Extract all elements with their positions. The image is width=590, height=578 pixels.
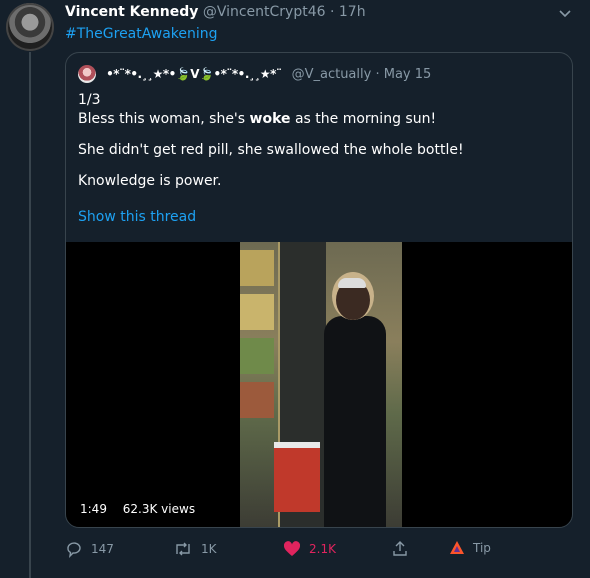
text-line: Knowledge is power.	[78, 173, 222, 189]
share-button[interactable]	[391, 540, 417, 558]
avatar[interactable]	[6, 3, 54, 51]
timestamp[interactable]: 17h	[339, 4, 366, 20]
text-line: She didn't get red pill, she swallowed t…	[78, 142, 464, 158]
quoted-meta: @V_actually · May 15	[292, 67, 432, 82]
tweet-actions: 147 1K 2.1K Tip	[65, 540, 495, 560]
quoted-tweet[interactable]: •*¨*•.¸¸★*•🍃V🍃•*¨*•.¸¸★*¨ @V_actually · …	[65, 52, 573, 528]
video-meta: 1:49 62.3K views	[80, 502, 195, 516]
video-frame	[240, 242, 402, 527]
quoted-tweet-text: 1/3 Bless this woman, she's woke as the …	[78, 91, 558, 203]
trash-bin	[274, 442, 320, 512]
tweet-header: Vincent Kennedy @VincentCrypt46 · 17h	[65, 4, 366, 20]
bold-word: woke	[249, 111, 291, 127]
text-line: Bless this woman, she's woke as the morn…	[78, 111, 437, 127]
quoted-display-name: •*¨*•.¸¸★*•🍃V🍃•*¨*•.¸¸★*¨	[106, 67, 282, 81]
quoted-avatar	[78, 65, 96, 83]
retweet-count: 1K	[201, 542, 217, 556]
like-count: 2.1K	[309, 542, 336, 556]
separator: ·	[329, 4, 335, 20]
retweet-icon	[176, 542, 190, 556]
like-button[interactable]: 2.1K	[283, 540, 336, 558]
video-duration: 1:49	[80, 502, 107, 516]
video-views: 62.3K views	[122, 502, 196, 516]
text-line: 1/3	[78, 92, 101, 108]
hashtag-link[interactable]: #TheGreatAwakening	[65, 26, 218, 42]
quoted-handle: @V_actually	[291, 66, 372, 82]
reply-button[interactable]: 147	[65, 540, 114, 558]
thread-line	[29, 52, 31, 578]
separator: ·	[375, 66, 380, 82]
shelf	[240, 294, 274, 330]
tip-button[interactable]: Tip	[449, 540, 491, 556]
person-cap	[338, 278, 366, 288]
heart-icon	[283, 541, 301, 556]
person	[324, 316, 386, 527]
tip-label: Tip	[473, 541, 491, 555]
video-player[interactable]: 1:49 62.3K views	[66, 242, 572, 527]
reply-icon	[67, 542, 81, 558]
handle[interactable]: @VincentCrypt46	[203, 4, 326, 20]
shelf	[240, 250, 274, 286]
show-thread-link[interactable]: Show this thread	[78, 209, 196, 225]
chevron-down-icon[interactable]	[558, 6, 572, 25]
retweet-button[interactable]: 1K	[173, 540, 217, 558]
quoted-date: May 15	[383, 66, 432, 82]
shelf	[240, 338, 274, 374]
share-icon	[393, 541, 407, 556]
tip-icon	[450, 541, 464, 554]
quoted-tweet-header: •*¨*•.¸¸★*•🍃V🍃•*¨*•.¸¸★*¨ @V_actually · …	[78, 65, 431, 83]
display-name[interactable]: Vincent Kennedy	[65, 4, 198, 20]
reply-count: 147	[91, 542, 114, 556]
shelf	[240, 382, 274, 418]
